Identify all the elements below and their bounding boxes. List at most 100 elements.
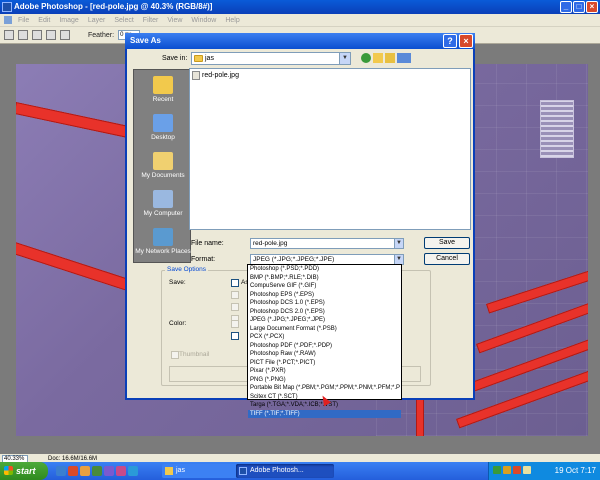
cancel-button[interactable]: Cancel bbox=[424, 253, 470, 265]
place-recent-label: Recent bbox=[152, 96, 174, 103]
format-option[interactable]: CompuServe GIF (*.GIF) bbox=[248, 282, 401, 291]
tray-icon-3[interactable] bbox=[513, 466, 521, 474]
system-tray: 19 Oct 7:17 bbox=[488, 462, 600, 480]
thumbnail-checkbox[interactable] bbox=[171, 351, 179, 359]
format-option[interactable]: BMP (*.BMP;*.RLE;*.DIB) bbox=[248, 274, 401, 283]
as-copy-checkbox[interactable] bbox=[231, 279, 239, 287]
menu-layer[interactable]: Layer bbox=[88, 17, 106, 24]
task-jas-label: jas bbox=[176, 467, 185, 474]
recent-folder-icon bbox=[153, 76, 173, 94]
task-jas[interactable]: jas bbox=[162, 464, 242, 478]
start-button[interactable]: start bbox=[0, 462, 48, 480]
save-in-combo[interactable]: jas ▼ bbox=[191, 52, 351, 65]
menu-bar: File Edit Image Layer Select Filter View… bbox=[0, 14, 600, 26]
format-option[interactable]: Photoshop Raw (*.RAW) bbox=[248, 350, 401, 359]
places-bar: Recent Desktop My Documents My Computer … bbox=[133, 69, 191, 263]
menu-help[interactable]: Help bbox=[225, 17, 239, 24]
chevron-down-icon[interactable]: ▼ bbox=[394, 239, 403, 248]
menu-edit[interactable]: Edit bbox=[38, 17, 50, 24]
save-in-value: jas bbox=[205, 55, 214, 62]
save-in-label: Save in: bbox=[162, 55, 188, 62]
quick-launch-icon-4[interactable] bbox=[128, 466, 138, 476]
marquee-tool-icon[interactable] bbox=[4, 30, 14, 40]
file-list[interactable]: red-pole.jpg bbox=[189, 68, 471, 230]
save-label: Save: bbox=[169, 279, 186, 286]
tray-icon-4[interactable] bbox=[523, 466, 531, 474]
task-photoshop[interactable]: Adobe Photosh... bbox=[236, 464, 334, 478]
place-desktop-label: Desktop bbox=[151, 134, 175, 141]
new-selection-icon[interactable] bbox=[18, 30, 28, 40]
save-button[interactable]: Save bbox=[424, 237, 470, 249]
folder-icon bbox=[194, 55, 203, 62]
add-selection-icon[interactable] bbox=[32, 30, 42, 40]
file-name-input[interactable]: red-pole.jpg ▼ bbox=[250, 238, 404, 249]
views-menu-icon[interactable] bbox=[397, 53, 411, 63]
menu-window[interactable]: Window bbox=[191, 17, 216, 24]
firefox-icon[interactable] bbox=[80, 466, 90, 476]
minimize-button[interactable]: _ bbox=[560, 1, 572, 13]
format-option[interactable]: Photoshop DCS 2.0 (*.EPS) bbox=[248, 308, 401, 317]
subtract-selection-icon[interactable] bbox=[46, 30, 56, 40]
place-desktop[interactable]: Desktop bbox=[134, 114, 192, 141]
place-my-documents-label: My Documents bbox=[141, 172, 185, 179]
chevron-down-icon[interactable]: ▼ bbox=[339, 53, 350, 64]
ie-icon[interactable] bbox=[56, 466, 66, 476]
menu-select[interactable]: Select bbox=[114, 17, 133, 24]
close-button[interactable]: × bbox=[586, 1, 598, 13]
format-label: Format: bbox=[191, 256, 216, 263]
intersect-selection-icon[interactable] bbox=[60, 30, 70, 40]
alpha-checkbox[interactable] bbox=[231, 291, 239, 299]
place-network[interactable]: My Network Places bbox=[134, 228, 192, 255]
help-button[interactable]: ? bbox=[443, 34, 457, 48]
format-option[interactable]: PCX (*.PCX) bbox=[248, 333, 401, 342]
file-name-label: File name: bbox=[191, 240, 224, 247]
color-label: Color: bbox=[169, 320, 187, 327]
back-icon[interactable] bbox=[361, 53, 371, 63]
app-menu-icon[interactable] bbox=[4, 16, 12, 24]
tray-icon-1[interactable] bbox=[493, 466, 501, 474]
save-options-legend: Save Options bbox=[165, 266, 209, 273]
maximize-button[interactable]: □ bbox=[573, 1, 585, 13]
media-player-icon[interactable] bbox=[68, 466, 78, 476]
proof-checkbox[interactable] bbox=[231, 320, 239, 328]
format-option[interactable]: Pixar (*.PXR) bbox=[248, 367, 401, 376]
format-option[interactable]: Large Document Format (*.PSB) bbox=[248, 325, 401, 334]
format-option[interactable]: Photoshop (*.PSD;*.PDD) bbox=[248, 265, 401, 274]
menu-image[interactable]: Image bbox=[59, 17, 78, 24]
menu-view[interactable]: View bbox=[167, 17, 182, 24]
format-option[interactable]: Photoshop DCS 1.0 (*.EPS) bbox=[248, 299, 401, 308]
menu-file[interactable]: File bbox=[18, 17, 29, 24]
dialog-title: Save As bbox=[130, 36, 161, 45]
format-option[interactable]: TIFF (*.TIF;*.TIFF) bbox=[248, 409, 401, 418]
format-option[interactable]: PNG (*.PNG) bbox=[248, 376, 401, 385]
format-option[interactable]: Photoshop PDF (*.PDF;*.PDP) bbox=[248, 342, 401, 351]
windows-logo-icon bbox=[4, 466, 13, 475]
format-option[interactable]: JPEG (*.JPG;*.JPEG;*.JPE) bbox=[248, 316, 401, 325]
format-option[interactable]: Photoshop EPS (*.EPS) bbox=[248, 291, 401, 300]
place-my-documents[interactable]: My Documents bbox=[134, 152, 192, 179]
dialog-title-bar: Save As ? × bbox=[125, 33, 475, 49]
quick-launch-icon-3[interactable] bbox=[116, 466, 126, 476]
photoshop-icon bbox=[239, 467, 247, 475]
place-my-computer[interactable]: My Computer bbox=[134, 190, 192, 217]
up-folder-icon[interactable] bbox=[373, 53, 383, 63]
dialog-close-button[interactable]: × bbox=[459, 34, 473, 48]
format-dropdown-list[interactable]: Photoshop (*.PSD;*.PDD) BMP (*.BMP;*.RLE;… bbox=[247, 264, 402, 418]
quick-launch-icon[interactable] bbox=[92, 466, 102, 476]
quick-launch-icon-2[interactable] bbox=[104, 466, 114, 476]
tray-icon-2[interactable] bbox=[503, 466, 511, 474]
photoshop-title-bar: Adobe Photoshop - [red-pole.jpg @ 40.3% … bbox=[0, 0, 600, 14]
format-option[interactable]: Portable Bit Map (*.PBM;*.PGM;*.PPM;*.PN… bbox=[248, 384, 401, 393]
icc-profile-checkbox[interactable] bbox=[231, 332, 239, 340]
file-name-value: red-pole.jpg bbox=[253, 240, 288, 247]
chevron-down-icon[interactable]: ▼ bbox=[394, 255, 403, 264]
list-item[interactable]: red-pole.jpg bbox=[192, 71, 239, 80]
menu-filter[interactable]: Filter bbox=[143, 17, 159, 24]
place-recent[interactable]: Recent bbox=[134, 76, 192, 103]
app-title: Adobe Photoshop - [red-pole.jpg @ 40.3% … bbox=[14, 2, 213, 11]
layers-checkbox[interactable] bbox=[231, 303, 239, 311]
format-option[interactable]: PICT File (*.PCT;*.PICT) bbox=[248, 359, 401, 368]
image-file-icon bbox=[192, 71, 200, 80]
task-photoshop-label: Adobe Photosh... bbox=[250, 467, 304, 474]
new-folder-icon[interactable] bbox=[385, 53, 395, 63]
